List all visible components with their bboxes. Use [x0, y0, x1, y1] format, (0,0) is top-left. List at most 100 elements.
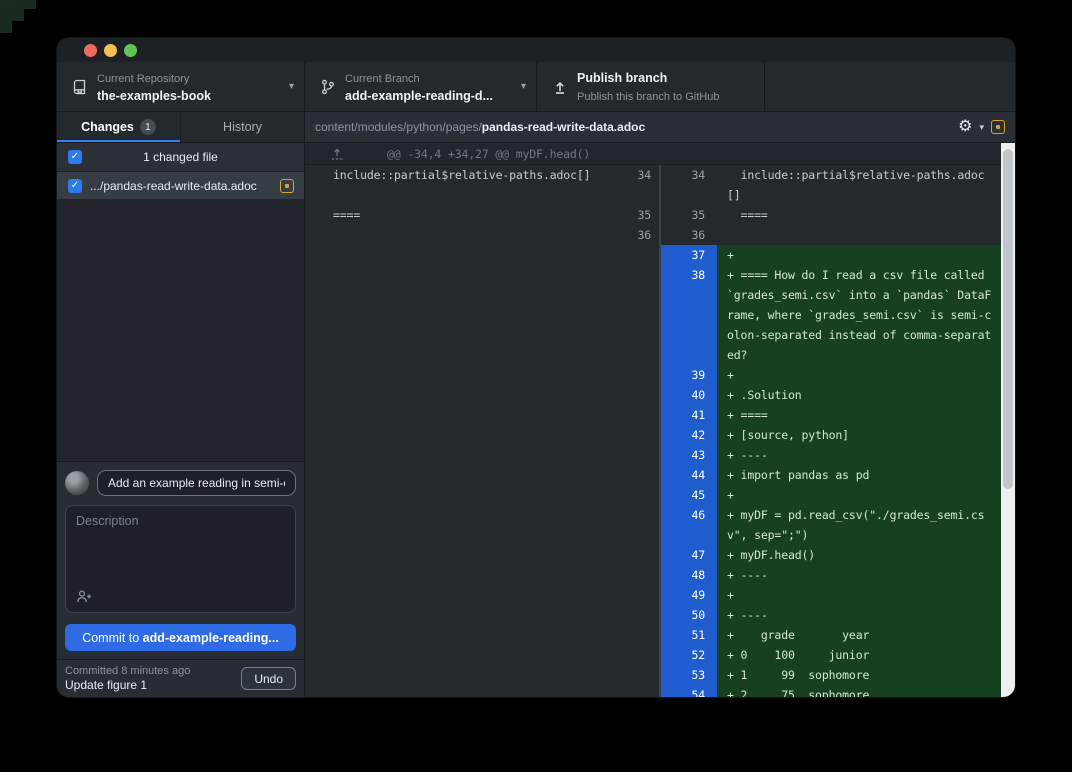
diff-new-line-number[interactable]: 39	[659, 365, 717, 385]
diff-row: 38+ ==== How do I read a csv file called…	[305, 265, 1015, 365]
commit-description-input[interactable]	[76, 514, 285, 576]
diff-new-line-number[interactable]: 43	[659, 445, 717, 465]
diff-old-line-number[interactable]	[622, 685, 659, 697]
diff-old-text	[305, 685, 622, 697]
diff-new-line-number[interactable]: 34	[659, 165, 717, 205]
diff-old-text	[305, 565, 622, 585]
diff-new-line-number[interactable]: 51	[659, 625, 717, 645]
current-repository-button[interactable]: Current Repository the-examples-book ▾	[57, 62, 305, 111]
diff-old-line-number[interactable]	[622, 265, 659, 365]
commit-button[interactable]: Commit to add-example-reading...	[65, 624, 296, 651]
file-path: content/modules/python/pages/pandas-read…	[315, 120, 645, 134]
diff-old-text	[305, 645, 622, 665]
diff-new-line-number[interactable]: 37	[659, 245, 717, 265]
diff-new-line-number[interactable]: 41	[659, 405, 717, 425]
diff-new-line-number[interactable]: 35	[659, 205, 717, 225]
diff-new-text: + ----	[717, 605, 1015, 625]
diff-scrollbar[interactable]	[1001, 143, 1015, 697]
last-commit-message: Update figure 1	[65, 678, 190, 693]
diff-new-line-number[interactable]: 54	[659, 685, 717, 697]
toolbar: Current Repository the-examples-book ▾	[57, 62, 1015, 112]
branch-icon	[320, 79, 336, 95]
expand-hunk-icon[interactable]	[330, 147, 344, 161]
diff-old-line-number[interactable]	[622, 465, 659, 485]
diff-new-line-number[interactable]: 53	[659, 665, 717, 685]
diff-old-line-number[interactable]	[622, 625, 659, 645]
chevron-down-icon: ▾	[289, 81, 294, 92]
diff-new-line-number[interactable]: 49	[659, 585, 717, 605]
diff-new-line-number[interactable]: 45	[659, 485, 717, 505]
changes-summary-row[interactable]: ✓ 1 changed file	[57, 143, 304, 172]
diff-old-line-number[interactable]	[622, 645, 659, 665]
gear-icon[interactable]: ⚙	[958, 119, 972, 135]
diff-old-text	[305, 485, 622, 505]
titlebar[interactable]	[57, 38, 1015, 62]
file-row[interactable]: ✓ .../pandas-read-write-data.adoc	[57, 172, 304, 199]
diff-new-text: + 2 75 sophomore	[717, 685, 1015, 697]
diff-old-text: ====	[305, 205, 622, 225]
diff-new-line-number[interactable]: 48	[659, 565, 717, 585]
diff-row: 42+ [source, python]	[305, 425, 1015, 445]
diff-old-line-number[interactable]	[622, 605, 659, 625]
diff-old-text	[305, 665, 622, 685]
diff-new-text: + ----	[717, 565, 1015, 585]
diff-row: 53+ 1 99 sophomore	[305, 665, 1015, 685]
diff-new-line-number[interactable]: 50	[659, 605, 717, 625]
diff-new-line-number[interactable]: 46	[659, 505, 717, 545]
diff-old-line-number[interactable]	[622, 485, 659, 505]
chevron-down-icon[interactable]: ▾	[979, 122, 984, 133]
diff-old-text	[305, 265, 622, 365]
diff-old-text	[305, 505, 622, 545]
zoom-window-button[interactable]	[124, 44, 137, 57]
diff-new-line-number[interactable]: 38	[659, 265, 717, 365]
scrollbar-thumb[interactable]	[1003, 149, 1013, 489]
publish-branch-button[interactable]: Publish branch Publish this branch to Gi…	[537, 62, 765, 111]
diff-old-line-number[interactable]	[622, 585, 659, 605]
diff-new-line-number[interactable]: 52	[659, 645, 717, 665]
sidebar: Changes 1 History ✓ 1 changed file ✓ ...…	[57, 112, 305, 697]
diff-new-line-number[interactable]: 42	[659, 425, 717, 445]
undo-button[interactable]: Undo	[241, 667, 296, 690]
commit-description-box[interactable]	[65, 505, 296, 613]
add-coauthor-icon[interactable]	[76, 589, 92, 604]
file-list-empty-area	[57, 199, 304, 462]
diff-row: 47+ myDF.head()	[305, 545, 1015, 565]
modified-status-icon	[991, 120, 1005, 134]
diff-new-text: + myDF = pd.read_csv("./grades_semi.csv"…	[717, 505, 1015, 545]
commit-summary-input[interactable]	[97, 470, 296, 496]
minimize-window-button[interactable]	[104, 44, 117, 57]
diff-old-text	[305, 245, 622, 265]
diff-new-line-number[interactable]: 44	[659, 465, 717, 485]
diff-old-line-number[interactable]	[622, 665, 659, 685]
diff-old-line-number[interactable]: 35	[622, 205, 659, 225]
diff-old-line-number[interactable]	[622, 365, 659, 385]
diff-old-line-number[interactable]	[622, 505, 659, 545]
tab-history[interactable]: History	[181, 112, 304, 142]
diff-old-line-number[interactable]	[622, 545, 659, 565]
changed-files-label: 1 changed file	[143, 150, 218, 164]
diff-old-line-number[interactable]	[622, 445, 659, 465]
github-desktop-window: Current Repository the-examples-book ▾	[57, 38, 1015, 697]
diff-old-line-number[interactable]	[622, 245, 659, 265]
diff-new-line-number[interactable]: 40	[659, 385, 717, 405]
close-window-button[interactable]	[84, 44, 97, 57]
diff-old-line-number[interactable]	[622, 385, 659, 405]
diff-file-header: content/modules/python/pages/pandas-read…	[305, 112, 1015, 143]
wallpaper-fragment	[0, 0, 58, 46]
diff-old-line-number[interactable]: 36	[622, 225, 659, 245]
diff-row: 40+ .Solution	[305, 385, 1015, 405]
publish-subtitle: Publish this branch to GitHub	[577, 91, 719, 103]
diff-old-line-number[interactable]: 34	[622, 165, 659, 205]
diff-new-line-number[interactable]: 47	[659, 545, 717, 565]
file-checkbox[interactable]: ✓	[68, 179, 82, 193]
diff-new-text: + 0 100 junior	[717, 645, 1015, 665]
select-all-checkbox[interactable]: ✓	[68, 150, 82, 164]
diff-new-line-number[interactable]: 36	[659, 225, 717, 245]
diff-old-line-number[interactable]	[622, 565, 659, 585]
diff-old-line-number[interactable]	[622, 405, 659, 425]
diff-old-line-number[interactable]	[622, 425, 659, 445]
tab-changes[interactable]: Changes 1	[57, 112, 181, 142]
diff-row: 50+ ----	[305, 605, 1015, 625]
current-branch-button[interactable]: Current Branch add-example-reading-d... …	[305, 62, 537, 111]
diff-new-text: + ====	[717, 405, 1015, 425]
